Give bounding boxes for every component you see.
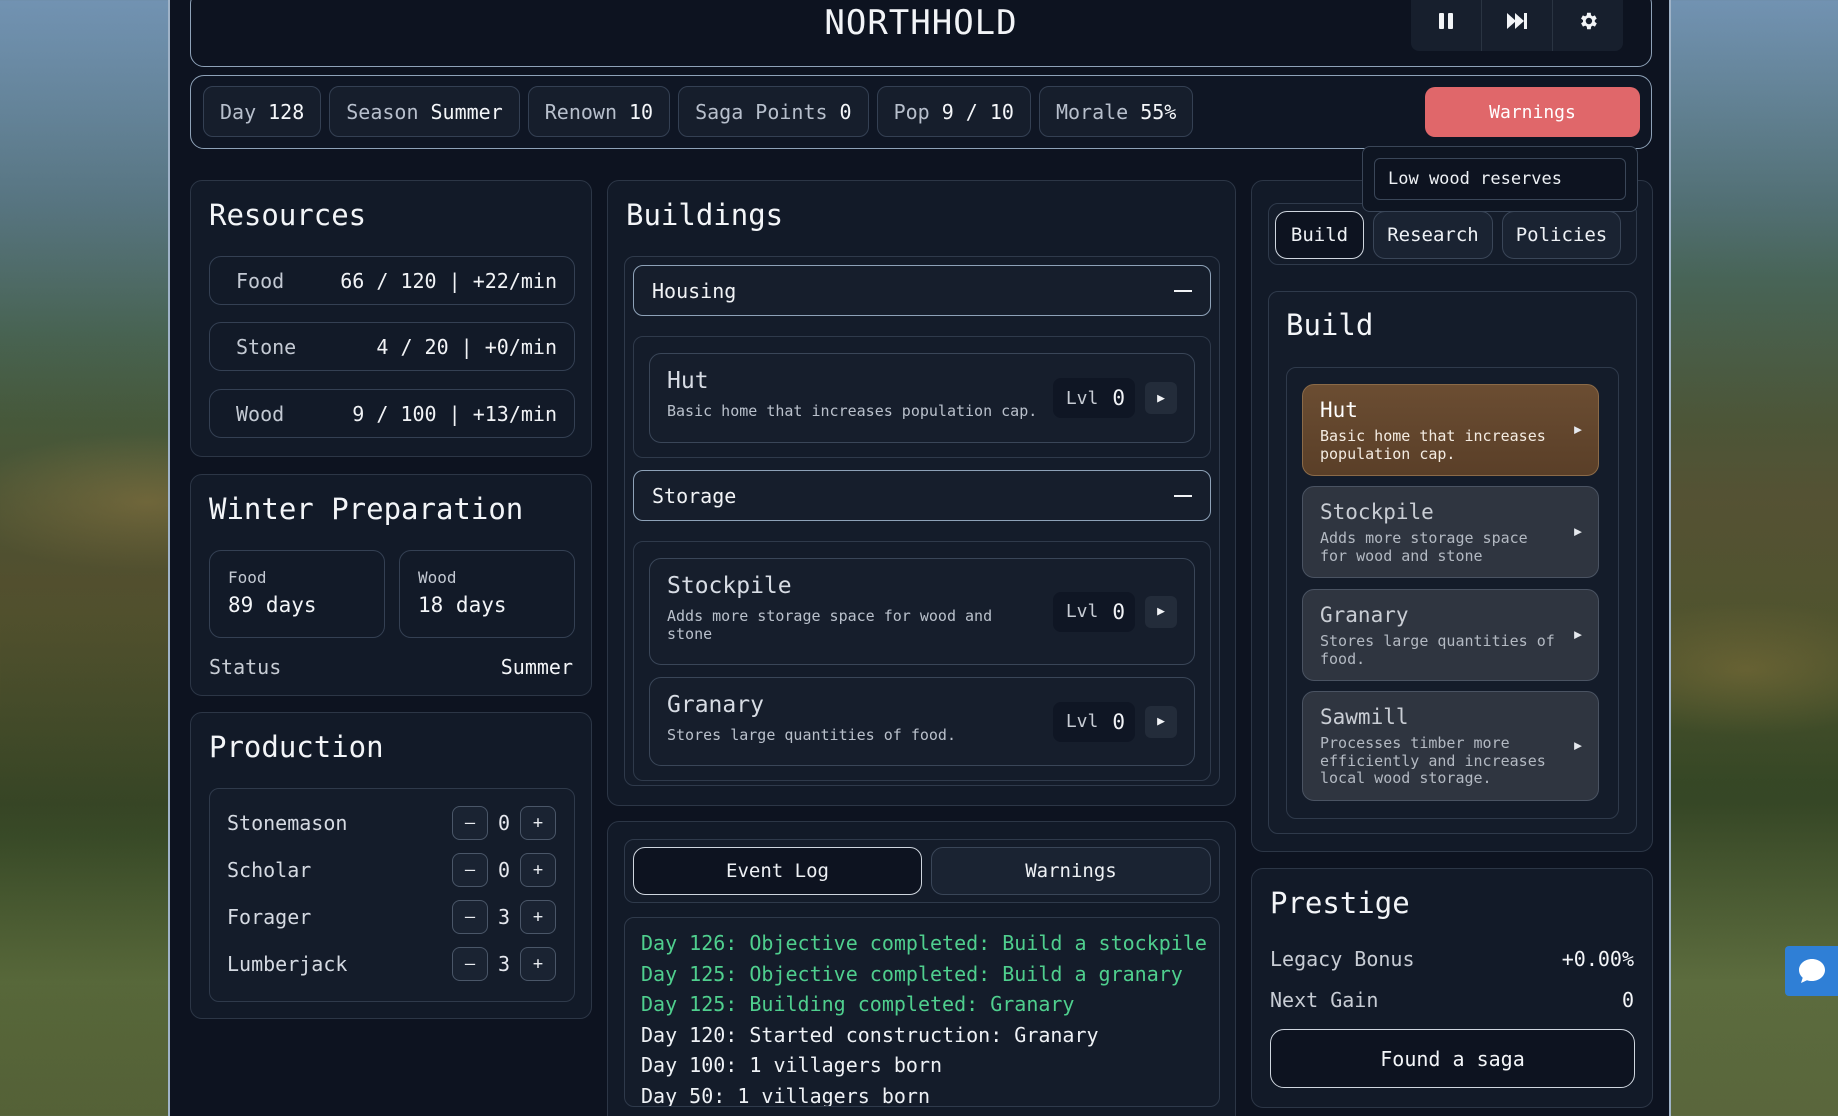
level-badge: Lvl 0 [1052, 378, 1135, 418]
speed-controls [1411, 0, 1623, 51]
stat-season: Season Summer [329, 86, 520, 137]
legacy-bonus-row: Legacy Bonus +0.00% [1270, 947, 1634, 971]
warnings-popover: Low wood reserves [1362, 146, 1638, 212]
tab-warnings[interactable]: Warnings [931, 847, 1211, 895]
production-row-stonemason: Stonemason –0 + [227, 803, 556, 843]
build-section: Build Hut Basic home that increases popu… [1268, 291, 1637, 834]
increase-button[interactable]: + [520, 947, 556, 981]
prestige-title: Prestige [1270, 886, 1410, 920]
building-card-granary: Granary Stores large quantities of food.… [649, 677, 1195, 766]
background-scenery-left [0, 0, 168, 1116]
building-card-stockpile: Stockpile Adds more storage space for wo… [649, 558, 1195, 665]
settings-button[interactable] [1552, 0, 1623, 51]
increase-button[interactable]: + [520, 853, 556, 887]
build-option-hut[interactable]: Hut Basic home that increases population… [1302, 384, 1599, 476]
winter-preparation-panel: Winter Preparation Food 89 days Wood 18 … [190, 474, 592, 696]
log-panel: Event Log Warnings Day 126: Objective co… [607, 821, 1236, 1116]
game-window: NORTHHOLD Day 128 Season Summer Renown 10 S… [168, 0, 1671, 1116]
collapse-icon [1174, 289, 1192, 292]
build-option-granary[interactable]: Granary Stores large quantities of food.… [1302, 589, 1599, 681]
pause-button[interactable] [1411, 0, 1481, 51]
production-panel: Production Stonemason –0 + Scholar –0 + Fo… [190, 712, 592, 1019]
increase-button[interactable]: + [520, 900, 556, 934]
build-options-list: Hut Basic home that increases population… [1286, 367, 1619, 819]
decrease-button[interactable]: – [452, 806, 488, 840]
stat-bar: Day 128 Season Summer Renown 10 Saga Points… [190, 75, 1652, 149]
production-row-lumberjack: Lumberjack –3 + [227, 944, 556, 984]
tab-policies[interactable]: Policies [1502, 211, 1621, 259]
next-gain-row: Next Gain 0 [1270, 988, 1634, 1012]
pause-icon [1439, 13, 1453, 29]
decrease-button[interactable]: – [452, 900, 488, 934]
chevron-right-icon: ▶ [1574, 524, 1582, 540]
tab-research[interactable]: Research [1373, 211, 1493, 259]
upgrade-button[interactable]: ▶ [1145, 705, 1177, 738]
resource-row-wood: Wood 9 / 100 | +13/min [209, 389, 575, 438]
prestige-panel: Prestige Legacy Bonus +0.00% Next Gain 0 F… [1251, 868, 1653, 1108]
stat-population: Pop 9 / 10 [876, 86, 1031, 137]
found-saga-button[interactable]: Found a saga [1270, 1029, 1635, 1088]
chevron-right-icon: ▶ [1574, 422, 1582, 438]
chat-bubble-icon [1798, 959, 1825, 983]
level-badge: Lvl 0 [1052, 701, 1135, 742]
production-row-forager: Forager –3 + [227, 897, 556, 937]
stat-saga-points: Saga Points 0 [678, 86, 869, 137]
buildings-title: Buildings [626, 198, 784, 232]
warning-item[interactable]: Low wood reserves [1374, 158, 1626, 200]
log-list: Day 126: Objective completed: Build a st… [624, 917, 1220, 1107]
build-option-sawmill[interactable]: Sawmill Processes timber more efficientl… [1302, 691, 1599, 801]
build-title: Build [1286, 308, 1374, 342]
buildings-panel: Buildings Housing Hut Basic home that in… [607, 180, 1236, 806]
production-list: Stonemason –0 + Scholar –0 + Forager –3 + L… [209, 788, 575, 1002]
building-card-hut: Hut Basic home that increases population… [649, 353, 1195, 443]
level-badge: Lvl 0 [1052, 591, 1135, 632]
log-line: Day 125: Building completed: Granary [641, 992, 1075, 1016]
tab-build[interactable]: Build [1275, 211, 1364, 259]
log-line: Day 50: 1 villagers born [641, 1083, 930, 1107]
winter-status: Status Summer [209, 655, 573, 679]
resources-title: Resources [209, 198, 367, 232]
resource-row-stone: Stone 4 / 20 | +0/min [209, 322, 575, 371]
production-title: Production [209, 730, 384, 764]
header-bar: NORTHHOLD [190, 0, 1652, 67]
log-line: Day 120: Started construction: Granary [641, 1022, 1099, 1047]
stat-morale: Morale 55% [1038, 86, 1194, 137]
log-line: Day 100: 1 villagers born [641, 1053, 943, 1077]
stat-renown: Renown 10 [527, 86, 671, 137]
chat-button[interactable] [1785, 946, 1838, 996]
winter-title: Winter Preparation [209, 492, 524, 526]
upgrade-button[interactable]: ▶ [1145, 382, 1177, 414]
winter-wood-box: Wood 18 days [399, 550, 575, 638]
collapse-icon [1174, 494, 1192, 497]
log-line: Day 125: Objective completed: Build a gr… [641, 961, 1183, 986]
warnings-button[interactable]: Warnings [1425, 87, 1640, 137]
stat-day: Day 128 [203, 86, 322, 137]
upgrade-button[interactable]: ▶ [1145, 595, 1177, 628]
decrease-button[interactable]: – [452, 947, 488, 981]
gear-icon [1581, 12, 1597, 30]
resources-panel: Resources Food 66 / 120 | +22/min Stone 4 … [190, 180, 592, 457]
increase-button[interactable]: + [520, 806, 556, 840]
tab-event-log[interactable]: Event Log [633, 847, 922, 895]
log-tabs: Event Log Warnings [624, 839, 1220, 903]
chevron-right-icon: ▶ [1574, 627, 1582, 643]
buildings-list: Housing Hut Basic home that increases po… [624, 256, 1220, 786]
right-tab-bar: Build Research Policies [1268, 203, 1637, 265]
build-option-stockpile[interactable]: Stockpile Adds more storage space for wo… [1302, 486, 1599, 578]
winter-food-box: Food 89 days [209, 550, 385, 638]
build-side-panel: Build Research Policies Build Hut Basic … [1251, 180, 1653, 852]
fast-forward-button[interactable] [1481, 0, 1552, 51]
production-row-scholar: Scholar –0 + [227, 850, 556, 890]
log-line: Day 126: Objective completed: Build a st… [641, 931, 1207, 955]
group-header-storage[interactable]: Storage [633, 470, 1211, 521]
fast-forward-icon [1507, 13, 1527, 29]
group-header-housing[interactable]: Housing [633, 265, 1211, 316]
resource-row-food: Food 66 / 120 | +22/min [209, 256, 575, 305]
decrease-button[interactable]: – [452, 853, 488, 887]
chevron-right-icon: ▶ [1574, 738, 1582, 754]
